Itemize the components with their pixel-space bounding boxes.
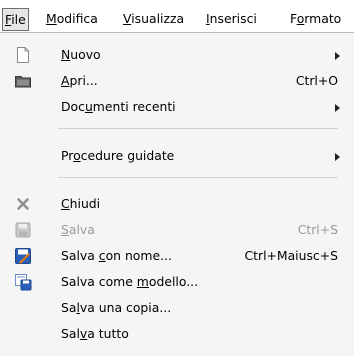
- shortcut-label: Ctrl+Maiusc+S: [244, 248, 338, 263]
- close-x-icon: [14, 195, 32, 213]
- file-menu-dropdown: Nuovo Apri... Ctrl+O Documenti recenti P…: [0, 32, 354, 356]
- menu-item-chiudi[interactable]: Chiudi: [0, 191, 354, 217]
- submenu-arrow-icon: [335, 153, 340, 161]
- menu-visualizza[interactable]: Visualizza: [123, 8, 184, 29]
- save-as-icon: [14, 247, 32, 265]
- shortcut-label: Ctrl+O: [295, 73, 338, 88]
- save-disk-icon: [14, 221, 32, 239]
- menu-file[interactable]: File: [2, 8, 29, 31]
- menu-inserisci[interactable]: Inserisci: [206, 8, 257, 29]
- submenu-arrow-icon: [335, 52, 340, 60]
- menu-item-salva-tutto[interactable]: Salva tutto: [0, 321, 354, 347]
- menu-item-salva-come-modello[interactable]: Salva come modello...: [0, 269, 354, 295]
- save-template-icon: [14, 273, 32, 291]
- menu-item-salva-una-copia[interactable]: Salva una copia...: [0, 295, 354, 321]
- menu-formato[interactable]: Formato: [290, 8, 341, 29]
- menu-item-salva[interactable]: Salva Ctrl+S: [0, 217, 354, 243]
- menu-item-documenti-recenti[interactable]: Documenti recenti: [0, 94, 354, 120]
- menu-bar: File Modifica Visualizza Inserisci Forma…: [0, 0, 354, 33]
- menu-separator: [58, 177, 338, 178]
- open-folder-icon: [14, 72, 32, 90]
- menu-separator: [58, 128, 338, 129]
- submenu-arrow-icon: [335, 104, 340, 112]
- menu-item-salva-con-nome[interactable]: Salva con nome... Ctrl+Maiusc+S: [0, 243, 354, 269]
- menu-item-procedure-guidate[interactable]: Procedure guidate: [0, 143, 354, 169]
- shortcut-label: Ctrl+S: [297, 222, 338, 237]
- new-document-icon: [14, 46, 32, 64]
- menu-item-apri[interactable]: Apri... Ctrl+O: [0, 68, 354, 94]
- menu-modifica[interactable]: Modifica: [46, 8, 98, 29]
- menu-item-nuovo[interactable]: Nuovo: [0, 42, 354, 68]
